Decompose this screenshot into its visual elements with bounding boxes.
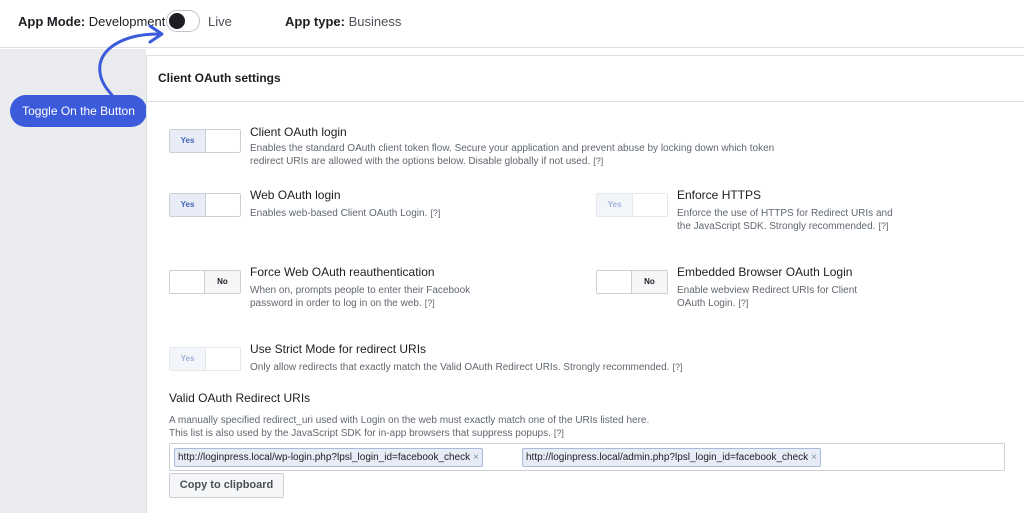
- client-oauth-login-title: Client OAuth login: [250, 125, 347, 139]
- enforce-https-desc: Enforce the use of HTTPS for Redirect UR…: [677, 207, 897, 233]
- help-link[interactable]: [?]: [425, 298, 435, 308]
- description-text: This list is also used by the JavaScript…: [169, 428, 551, 439]
- remove-token-icon[interactable]: ×: [811, 452, 817, 463]
- help-link[interactable]: [?]: [554, 428, 564, 438]
- app-mode-label: App Mode: Development: [18, 14, 165, 29]
- uri-token: http://loginpress.local/admin.php?lpsl_l…: [522, 448, 821, 467]
- toggle-knob: [169, 13, 185, 29]
- web-oauth-login-desc: Enables web-based Client OAuth Login. [?]: [250, 207, 550, 220]
- client-oauth-settings-panel: Client OAuth settings Yes Client OAuth l…: [146, 55, 1024, 513]
- help-link[interactable]: [?]: [738, 298, 748, 308]
- embedded-browser-switch[interactable]: No: [596, 270, 668, 294]
- description-text: Enable webview Redirect URIs for Client …: [677, 285, 858, 309]
- help-link[interactable]: [?]: [878, 221, 888, 231]
- uri-token: http://loginpress.local/wp-login.php?lps…: [174, 448, 483, 467]
- enforce-https-title: Enforce HTTPS: [677, 188, 762, 202]
- strict-mode-desc: Only allow redirects that exactly match …: [250, 361, 890, 374]
- redirect-uris-desc: A manually specified redirect_uri used w…: [169, 415, 869, 440]
- app-mode-caption: App Mode:: [18, 14, 86, 29]
- panel-title: Client OAuth settings: [158, 71, 281, 85]
- redirect-uris-desc-line2: This list is also used by the JavaScript…: [169, 427, 869, 440]
- top-bar: App Mode: Development Live App type: Bus…: [0, 0, 1024, 48]
- strict-mode-switch: Yes: [169, 347, 241, 371]
- enforce-https-switch: Yes: [596, 193, 668, 217]
- description-text: When on, prompts people to enter their F…: [250, 285, 471, 309]
- switch-state: No: [631, 271, 667, 293]
- uri-token-text: http://loginpress.local/admin.php?lpsl_l…: [526, 452, 809, 463]
- switch-state: Yes: [170, 130, 206, 152]
- help-link[interactable]: [?]: [593, 156, 603, 166]
- switch-state: Yes: [170, 348, 206, 370]
- live-label: Live: [208, 14, 232, 29]
- app-mode-value: Development: [88, 14, 166, 29]
- web-oauth-login-switch[interactable]: Yes: [169, 193, 241, 217]
- redirect-uris-title: Valid OAuth Redirect URIs: [169, 391, 311, 405]
- panel-header: Client OAuth settings: [147, 56, 1024, 102]
- app-type: App type: Business: [285, 14, 401, 29]
- client-oauth-login-desc: Enables the standard OAuth client token …: [250, 142, 780, 168]
- description-text: Only allow redirects that exactly match …: [250, 362, 670, 373]
- force-reauth-desc: When on, prompts people to enter their F…: [250, 284, 475, 310]
- description-text: Enforce the use of HTTPS for Redirect UR…: [677, 208, 893, 232]
- client-oauth-login-switch[interactable]: Yes: [169, 129, 241, 153]
- switch-state: No: [204, 271, 240, 293]
- uri-token-text: http://loginpress.local/wp-login.php?lps…: [178, 452, 471, 463]
- annotation-callout: Toggle On the Button: [10, 95, 147, 127]
- force-reauth-title: Force Web OAuth reauthentication: [250, 265, 435, 279]
- redirect-uris-desc-line1: A manually specified redirect_uri used w…: [169, 415, 650, 426]
- redirect-uris-input[interactable]: http://loginpress.local/wp-login.php?lps…: [169, 443, 1005, 471]
- force-reauth-switch[interactable]: No: [169, 270, 241, 294]
- description-text: Enables the standard OAuth client token …: [250, 143, 775, 167]
- help-link[interactable]: [?]: [672, 362, 682, 372]
- switch-state: Yes: [170, 194, 206, 216]
- embedded-browser-title: Embedded Browser OAuth Login: [677, 265, 853, 279]
- app-mode-toggle[interactable]: [166, 10, 200, 32]
- help-link[interactable]: [?]: [430, 208, 440, 218]
- strict-mode-title: Use Strict Mode for redirect URIs: [250, 342, 427, 356]
- app-type-caption: App type:: [285, 14, 345, 29]
- copy-to-clipboard-button[interactable]: Copy to clipboard: [169, 473, 284, 498]
- web-oauth-login-title: Web OAuth login: [250, 188, 341, 202]
- switch-state: Yes: [597, 194, 633, 216]
- description-text: Enables web-based Client OAuth Login.: [250, 208, 428, 219]
- remove-token-icon[interactable]: ×: [473, 452, 479, 463]
- app-type-value: Business: [348, 14, 402, 29]
- embedded-browser-desc: Enable webview Redirect URIs for Client …: [677, 284, 887, 310]
